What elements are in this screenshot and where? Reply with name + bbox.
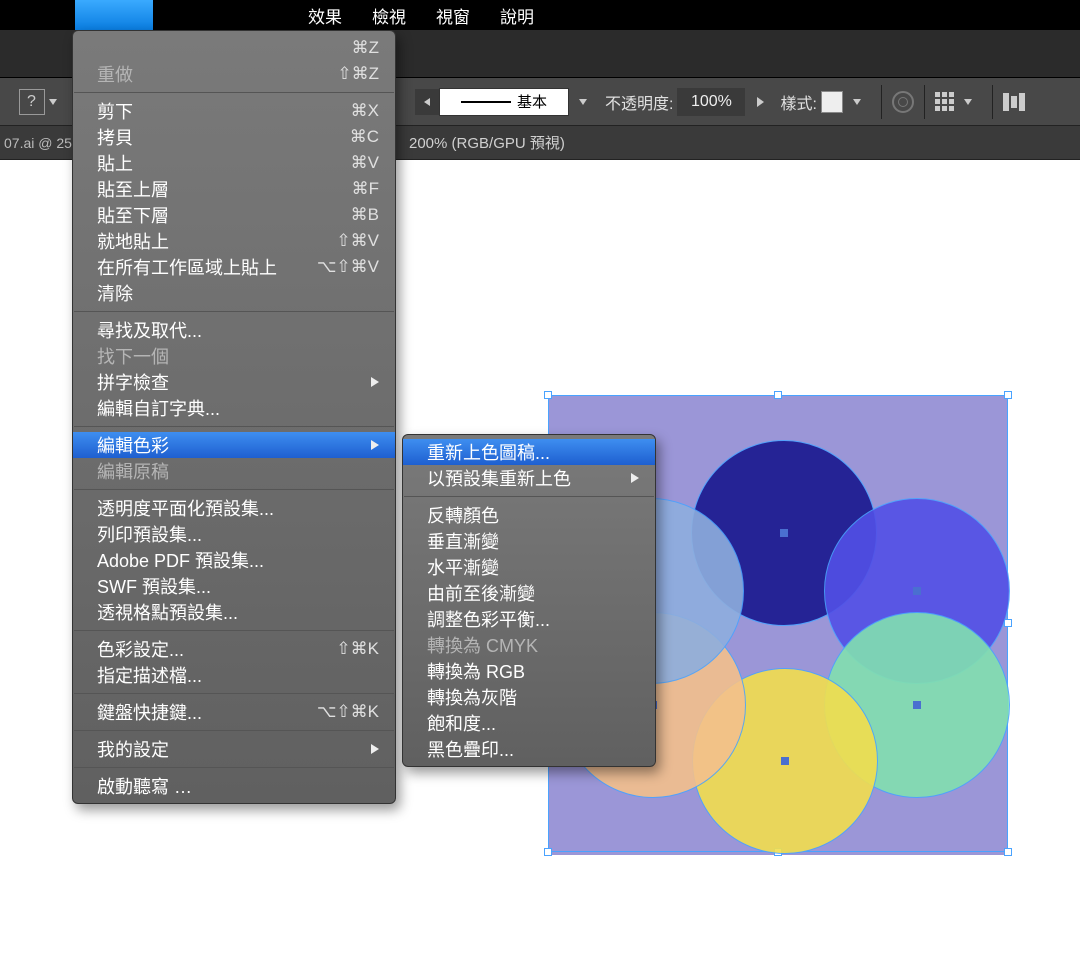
- menu-copy[interactable]: 拷貝⌘C: [73, 124, 395, 150]
- submenu-arrow-icon: [631, 473, 639, 483]
- menu-redo: 重做⇧⌘Z: [73, 61, 395, 87]
- sel-handle[interactable]: [774, 391, 782, 399]
- stroke-line-icon: [461, 101, 511, 103]
- anchor-point[interactable]: [781, 757, 789, 765]
- menu-my-settings[interactable]: 我的設定: [73, 736, 395, 762]
- menu-to-rgb[interactable]: 轉換為 RGB: [403, 658, 655, 684]
- submenu-arrow-icon: [371, 377, 379, 387]
- menu-vblend[interactable]: 垂直漸變: [403, 528, 655, 554]
- opacity-label: 不透明度:: [605, 90, 673, 114]
- menu-print-preset[interactable]: 列印預設集...: [73, 521, 395, 547]
- menu-help[interactable]: 說明: [485, 0, 549, 30]
- help-icon: ?: [19, 89, 45, 115]
- menu-separator: [74, 92, 394, 93]
- menu-edit-active[interactable]: [75, 0, 153, 30]
- anchor-point[interactable]: [913, 701, 921, 709]
- sel-handle[interactable]: [1004, 848, 1012, 856]
- menu-paste-all[interactable]: 在所有工作區域上貼上⌥⇧⌘V: [73, 254, 395, 280]
- doc-tab[interactable]: 200% (RGB/GPU 預視): [395, 132, 579, 153]
- anchor-point[interactable]: [913, 587, 921, 595]
- opacity-value[interactable]: 100%: [677, 88, 745, 116]
- doc-tab-left: 07.ai @ 25: [0, 135, 75, 151]
- anchor-point[interactable]: [780, 529, 788, 537]
- align-icon[interactable]: [1003, 93, 1025, 111]
- submenu-arrow-icon: [371, 440, 379, 450]
- sel-handle[interactable]: [544, 391, 552, 399]
- menu-edit-original: 編輯原稿: [73, 458, 395, 484]
- menu-kb-shortcuts[interactable]: 鍵盤快捷鍵...⌥⇧⌘K: [73, 699, 395, 725]
- menu-edit-colors[interactable]: 編輯色彩: [73, 432, 395, 458]
- menu-paste-in-place[interactable]: 就地貼上⇧⌘V: [73, 228, 395, 254]
- recolor-icon[interactable]: [892, 91, 914, 113]
- menu-hblend[interactable]: 水平漸變: [403, 554, 655, 580]
- arrow-right-icon: [757, 97, 764, 107]
- menu-paste-back[interactable]: 貼至下層⌘B: [73, 202, 395, 228]
- submenu-arrow-icon: [371, 744, 379, 754]
- stroke-style-picker[interactable]: 基本: [439, 88, 569, 116]
- menu-find[interactable]: 尋找及取代...: [73, 317, 395, 343]
- menu-pdf-preset[interactable]: Adobe PDF 預設集...: [73, 547, 395, 573]
- separator: [992, 85, 993, 119]
- menu-fbblend[interactable]: 由前至後漸變: [403, 580, 655, 606]
- menu-spellcheck[interactable]: 拼字檢查: [73, 369, 395, 395]
- stroke-style-label: 基本: [517, 91, 547, 112]
- stroke-left[interactable]: [415, 89, 439, 115]
- menu-color-settings[interactable]: 色彩設定...⇧⌘K: [73, 636, 395, 662]
- menu-effects[interactable]: 效果: [293, 0, 357, 30]
- menu-separator: [74, 730, 394, 731]
- menu-separator: [74, 489, 394, 490]
- menu-swf-preset[interactable]: SWF 預設集...: [73, 573, 395, 599]
- menu-separator: [74, 767, 394, 768]
- style-label: 樣式:: [780, 90, 816, 114]
- menu-separator: [74, 426, 394, 427]
- menu-dict[interactable]: 編輯自訂字典...: [73, 395, 395, 421]
- separator: [924, 85, 925, 119]
- menu-persp-preset[interactable]: 透視格點預設集...: [73, 599, 395, 625]
- sel-handle[interactable]: [1004, 391, 1012, 399]
- stroke-dropdown[interactable]: [569, 99, 597, 105]
- menu-paste[interactable]: 貼上⌘V: [73, 150, 395, 176]
- separator: [881, 85, 882, 119]
- menu-view[interactable]: 檢視: [357, 0, 421, 30]
- edit-colors-submenu: 重新上色圖稿... 以預設集重新上色 反轉顏色 垂直漸變 水平漸變 由前至後漸變…: [402, 434, 656, 767]
- menu-overprint-black[interactable]: 黑色疊印...: [403, 736, 655, 762]
- menu-balance[interactable]: 調整色彩平衡...: [403, 606, 655, 632]
- align-dropdown[interactable]: [954, 99, 982, 105]
- menu-cut[interactable]: 剪下⌘X: [73, 98, 395, 124]
- menu-separator: [74, 311, 394, 312]
- align-grid-icon[interactable]: [935, 92, 954, 111]
- style-dropdown[interactable]: [843, 99, 871, 105]
- menu-window[interactable]: 視窗: [421, 0, 485, 30]
- menu-recolor-artwork[interactable]: 重新上色圖稿...: [403, 439, 655, 465]
- menu-separator: [74, 630, 394, 631]
- menu-find-next: 找下一個: [73, 343, 395, 369]
- menu-paste-front[interactable]: 貼至上層⌘F: [73, 176, 395, 202]
- sel-handle[interactable]: [544, 848, 552, 856]
- menu-recolor-preset[interactable]: 以預設集重新上色: [403, 465, 655, 491]
- menu-dictation[interactable]: 啟動聽寫 …: [73, 773, 395, 799]
- menu-separator: [404, 496, 654, 497]
- menu-trans-preset[interactable]: 透明度平面化預設集...: [73, 495, 395, 521]
- menu-to-gray[interactable]: 轉換為灰階: [403, 684, 655, 710]
- menubar: 效果 檢視 視窗 說明: [0, 0, 1080, 30]
- menu-invert-colors[interactable]: 反轉顏色: [403, 502, 655, 528]
- style-swatch[interactable]: [821, 91, 843, 113]
- menu-saturation[interactable]: 飽和度...: [403, 710, 655, 736]
- menu-assign-profile[interactable]: 指定描述檔...: [73, 662, 395, 688]
- menu-clear[interactable]: 清除: [73, 280, 395, 306]
- chevron-down-icon: [49, 99, 57, 105]
- menu-undo: ⌘Z: [73, 35, 395, 61]
- menu-separator: [74, 693, 394, 694]
- help-picker[interactable]: ?: [0, 89, 75, 115]
- edit-menu: ⌘Z 重做⇧⌘Z 剪下⌘X 拷貝⌘C 貼上⌘V 貼至上層⌘F 貼至下層⌘B 就地…: [72, 30, 396, 804]
- menu-to-cmyk: 轉換為 CMYK: [403, 632, 655, 658]
